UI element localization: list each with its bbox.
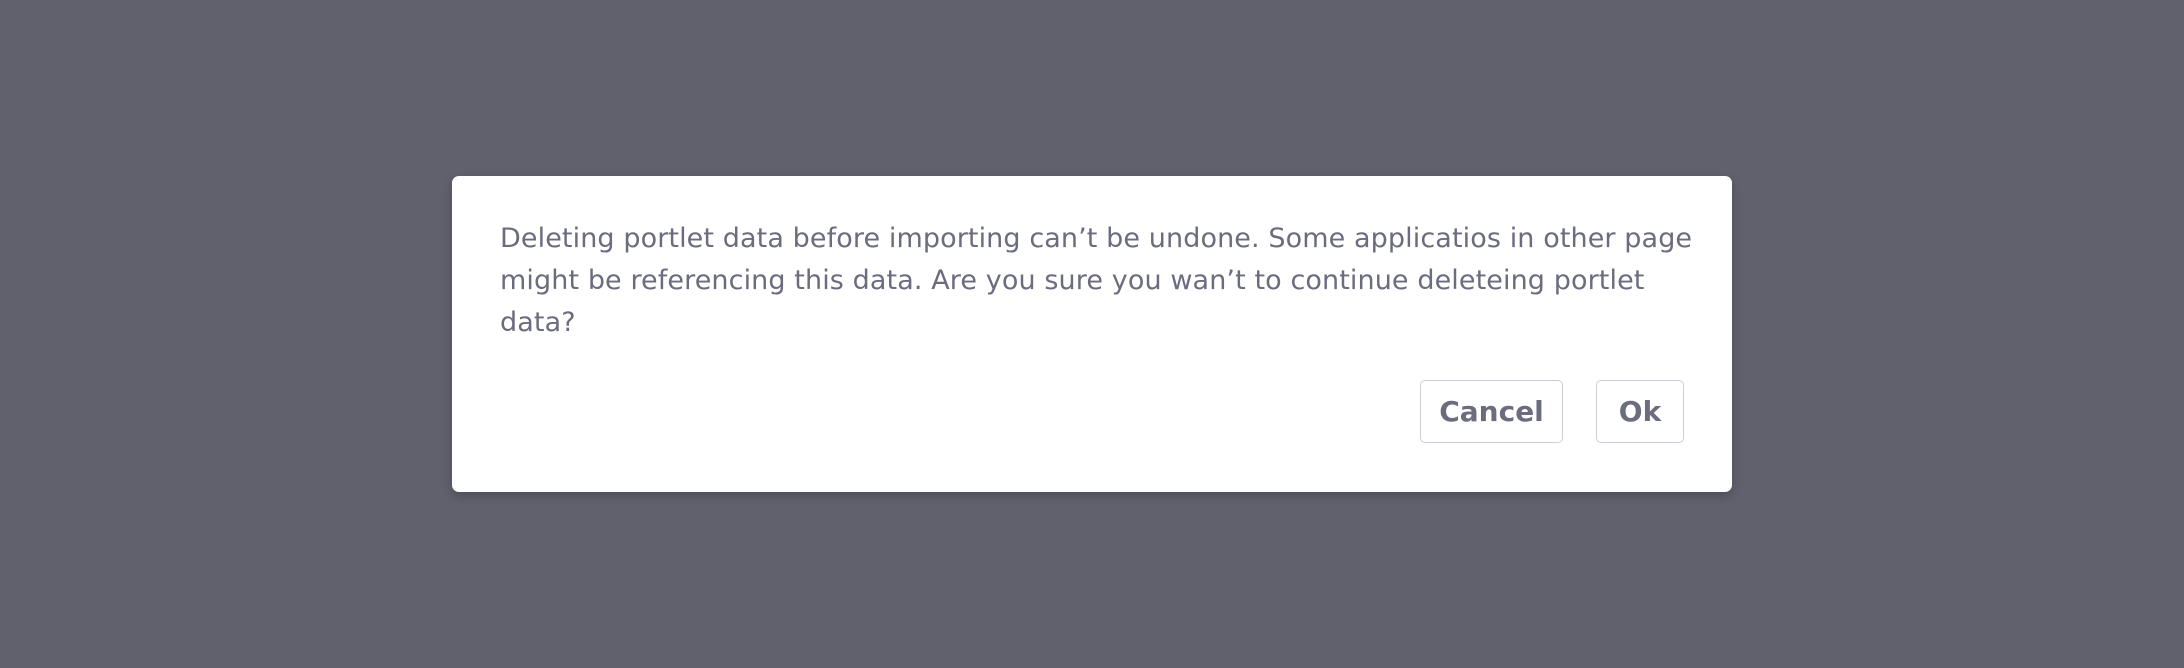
confirm-dialog: Deleting portlet data before importing c… xyxy=(452,176,1732,492)
dialog-message: Deleting portlet data before importing c… xyxy=(500,223,1693,338)
dialog-footer: Cancel Ok xyxy=(1420,380,1684,443)
ok-button[interactable]: Ok xyxy=(1596,380,1684,443)
cancel-button[interactable]: Cancel xyxy=(1420,380,1563,443)
